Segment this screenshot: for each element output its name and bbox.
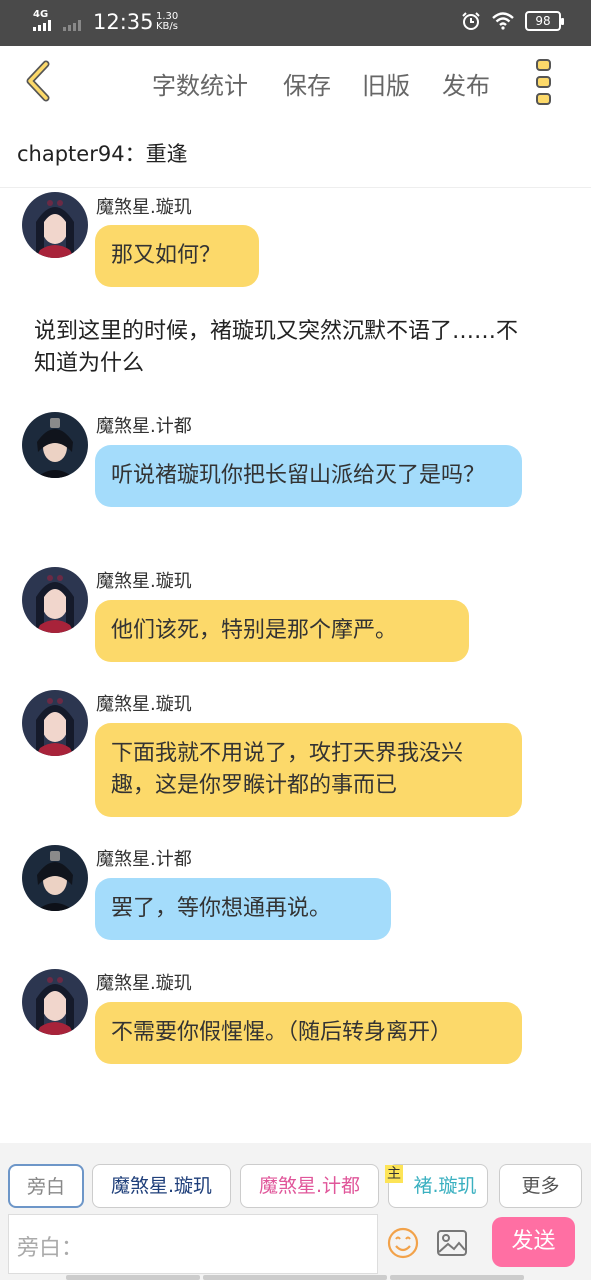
role-chip-jidu[interactable]: 魔煞星.计都 <box>240 1164 379 1208</box>
avatar-xuanji[interactable] <box>22 690 88 756</box>
divider <box>0 187 591 188</box>
old-version-button[interactable]: 旧版 <box>362 66 410 101</box>
chapter-title: chapter94：重逢 <box>17 142 188 166</box>
avatar-xuanji[interactable] <box>22 192 88 258</box>
scroll-indicator <box>203 1275 387 1280</box>
emoji-icon[interactable] <box>386 1226 420 1260</box>
role-chip-narrator[interactable]: 旁白 <box>8 1164 84 1208</box>
more-menu-icon[interactable] <box>532 58 556 106</box>
speaker-name: 魔煞星.计都 <box>96 849 192 870</box>
speaker-name: 魔煞星.璇玑 <box>96 197 192 218</box>
scroll-indicator <box>66 1275 200 1280</box>
message-bubble[interactable]: 罢了，等你想通再说。 <box>95 878 391 940</box>
battery-icon: 98 <box>525 11 564 31</box>
alarm-icon <box>462 12 480 30</box>
status-right: 98 <box>461 11 564 31</box>
main-role-badge: 主 <box>385 1165 403 1183</box>
network-speed: 1.30 KB/s <box>156 12 178 32</box>
word-count-button[interactable]: 字数统计 <box>152 66 248 101</box>
message-bubble[interactable]: 他们该死，特别是那个摩严。 <box>95 600 469 662</box>
send-button[interactable]: 发送 <box>492 1217 575 1267</box>
message-bubble[interactable]: 那又如何？ <box>95 225 259 287</box>
narration-text[interactable]: 说到这里的时候，褚璇玑又突然沉默不语了……不知道为什么 <box>34 316 524 380</box>
wifi-icon <box>492 12 514 30</box>
avatar-xuanji[interactable] <box>22 567 88 633</box>
signal-icon <box>33 19 51 31</box>
message-bubble[interactable]: 听说褚璇玑你把长留山派给灭了是吗？ <box>95 445 522 507</box>
speaker-name: 魔煞星.璇玑 <box>96 973 192 994</box>
speaker-name: 魔煞星.璇玑 <box>96 571 192 592</box>
role-chip-main-xuanji[interactable]: 褚.璇玑 <box>388 1164 488 1208</box>
speed-unit: KB/s <box>156 21 178 32</box>
status-time: 12:35 <box>93 10 154 34</box>
speaker-name: 魔煞星.璇玑 <box>96 694 192 715</box>
message-input[interactable]: 旁白： <box>8 1214 378 1274</box>
speaker-name: 魔煞星.计都 <box>96 416 192 437</box>
publish-button[interactable]: 发布 <box>442 66 490 101</box>
message-bubble[interactable]: 不需要你假惺惺。（随后转身离开） <box>95 1002 522 1064</box>
avatar-jidu[interactable] <box>22 412 88 478</box>
status-bar: 4G 12:35 1.30 KB/s 98 <box>0 0 591 46</box>
image-icon[interactable] <box>435 1226 469 1260</box>
signal-icon-secondary <box>63 19 81 31</box>
avatar-xuanji[interactable] <box>22 969 88 1035</box>
save-button[interactable]: 保存 <box>283 66 331 101</box>
editor-toolbar: 字数统计 保存 旧版 发布 <box>0 46 591 118</box>
avatar-jidu[interactable] <box>22 845 88 911</box>
more-roles-button[interactable]: 更多 <box>499 1164 582 1208</box>
scroll-indicator <box>390 1275 524 1280</box>
message-bubble[interactable]: 下面我就不用说了，攻打天界我没兴趣，这是你罗睺计都的事而已 <box>95 723 522 817</box>
back-button[interactable] <box>20 58 60 104</box>
role-chip-xuanji[interactable]: 魔煞星.璇玑 <box>92 1164 231 1208</box>
